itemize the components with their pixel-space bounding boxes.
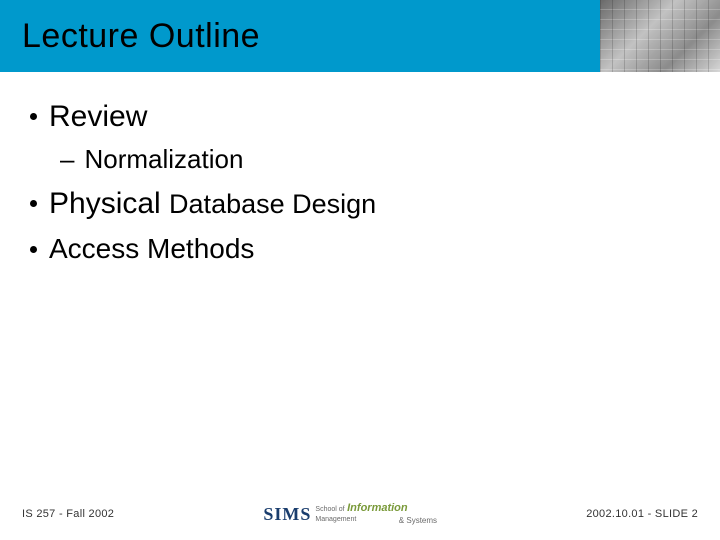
bullet-list: Review – Normalization Physical Database… (24, 100, 696, 265)
sims-subtext: School of Information Management & Syste… (315, 503, 437, 525)
bullet-dot-icon (30, 246, 37, 253)
sub-bullet-text: Normalization (84, 144, 243, 175)
sub-bullet-item: – Normalization (60, 144, 696, 175)
footer-left-text: IS 257 - Fall 2002 (22, 508, 114, 520)
slide-title: Lecture Outline (0, 17, 260, 56)
sub-bullet-list: – Normalization (60, 144, 696, 175)
header-decorative-image (600, 0, 720, 72)
slide: Lecture Outline Review – Normalization (0, 0, 720, 540)
bullet-text: Review (49, 100, 147, 134)
footer-logo: SIMS School of Information Management & … (263, 503, 437, 525)
slide-content: Review – Normalization Physical Database… (0, 72, 720, 540)
dash-icon: – (60, 144, 74, 175)
bullet-item: Access Methods (24, 233, 696, 265)
bullet-item: Review – Normalization (24, 100, 696, 175)
slide-footer: IS 257 - Fall 2002 SIMS School of Inform… (0, 500, 720, 528)
bullet-dot-icon (30, 113, 37, 120)
footer-right-text: 2002.10.01 - SLIDE 2 (586, 508, 698, 520)
bullet-text: Physical Database Design (49, 187, 376, 221)
bullet-text: Access Methods (49, 233, 254, 265)
sims-wordmark: SIMS (263, 504, 311, 525)
bullet-dot-icon (30, 200, 37, 207)
slide-header: Lecture Outline (0, 0, 720, 72)
bullet-item: Physical Database Design (24, 187, 696, 221)
